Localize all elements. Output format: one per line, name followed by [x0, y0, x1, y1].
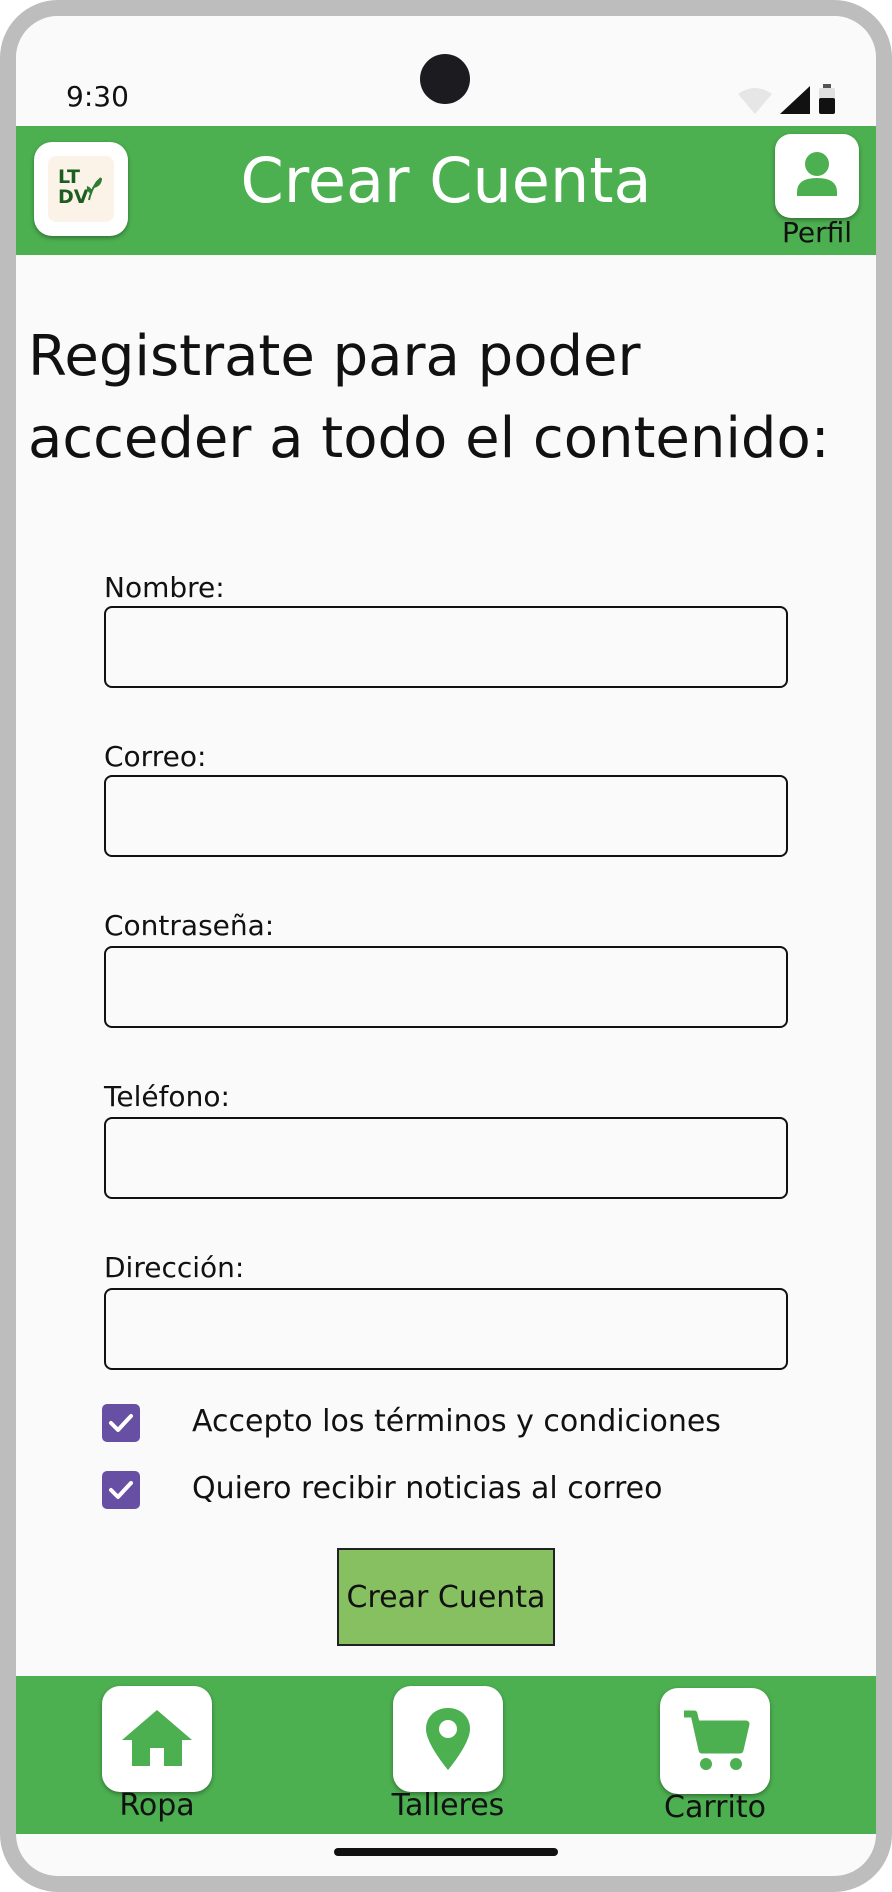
nav-label-carrito: Carrito — [664, 1790, 766, 1825]
battery-icon — [819, 84, 835, 114]
status-time: 9:30 — [66, 80, 129, 113]
phone-frame: 9:30 LT DV Crear Cuenta Perfil Registrat… — [0, 0, 892, 1892]
checkmark-icon — [109, 1414, 133, 1432]
page-title: Crear Cuenta — [240, 144, 652, 217]
bottom-nav: Ropa Talleres Carrito — [16, 1676, 876, 1834]
phone-field[interactable] — [104, 1117, 788, 1199]
camera-cutout — [420, 54, 470, 104]
nav-button-ropa[interactable] — [102, 1686, 212, 1792]
cart-icon — [684, 1710, 750, 1770]
profile-button[interactable] — [775, 134, 859, 218]
phone-label: Teléfono: — [104, 1080, 230, 1113]
terms-label: Accepto los términos y condiciones — [192, 1404, 721, 1439]
registration-heading: Registrate para poder acceder a todo el … — [28, 324, 830, 471]
address-label: Dirección: — [104, 1251, 245, 1284]
signal-icon — [780, 86, 810, 114]
terms-checkbox[interactable] — [102, 1404, 140, 1442]
password-label: Contraseña: — [104, 909, 275, 942]
create-account-button[interactable]: Crear Cuenta — [337, 1548, 555, 1646]
email-field[interactable] — [104, 775, 788, 857]
home-icon — [122, 1710, 192, 1766]
location-pin-icon — [426, 1708, 470, 1770]
password-field[interactable] — [104, 946, 788, 1028]
person-icon — [797, 152, 837, 196]
nav-button-talleres[interactable] — [393, 1686, 503, 1792]
name-label: Nombre: — [104, 571, 225, 604]
checkmark-icon — [109, 1481, 133, 1499]
app-bar: LT DV Crear Cuenta Perfil — [16, 126, 876, 255]
profile-label: Perfil — [781, 216, 853, 249]
address-field[interactable] — [104, 1288, 788, 1370]
wifi-icon — [738, 88, 772, 114]
status-icons — [738, 84, 836, 114]
nav-button-carrito[interactable] — [660, 1688, 770, 1794]
newsletter-checkbox[interactable] — [102, 1471, 140, 1509]
email-label: Correo: — [104, 740, 207, 773]
nav-label-ropa: Ropa — [119, 1788, 195, 1823]
newsletter-label: Quiero recibir noticias al correo — [192, 1471, 663, 1506]
name-field[interactable] — [104, 606, 788, 688]
home-indicator[interactable] — [334, 1848, 558, 1856]
nav-label-talleres: Talleres — [391, 1788, 505, 1823]
status-bar: 9:30 — [16, 16, 876, 126]
